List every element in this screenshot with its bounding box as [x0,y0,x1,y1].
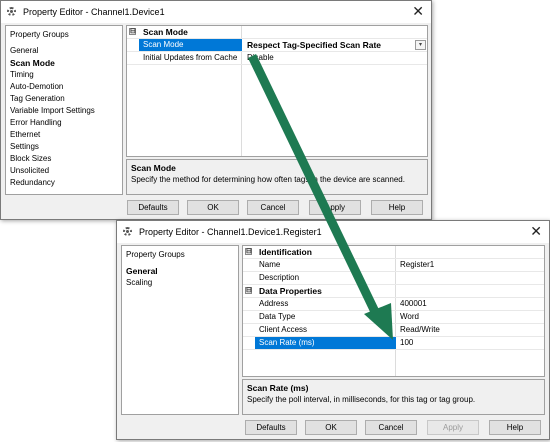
property-value-scan-mode[interactable]: Respect Tag-Specified Scan Rate [247,39,381,51]
cancel-button[interactable]: Cancel [365,420,417,435]
property-value-initial-updates[interactable]: Disable [247,52,274,64]
ok-button[interactable]: OK [305,420,357,435]
property-name: Address [259,299,289,308]
group-item-scaling[interactable]: Scaling [126,277,238,289]
description-text: Specify the poll interval, in millisecon… [247,395,476,404]
title-bar[interactable]: Property Editor - Channel1.Device1.Regis… [117,221,549,243]
description-text: Specify the method for determining how o… [131,175,405,184]
window-title: Property Editor - Channel1.Device1.Regis… [139,227,322,237]
gear-icon [123,226,134,238]
description-title: Scan Rate (ms) [247,383,309,393]
property-row-name[interactable]: Name Register1 [243,259,544,272]
property-name: Name [259,260,281,269]
property-name: Scan Mode [139,39,242,51]
group-item-redundancy[interactable]: Redundancy [10,177,122,189]
defaults-button[interactable]: Defaults [245,420,297,435]
group-item-ethernet[interactable]: Ethernet [10,129,122,141]
group-item-timing[interactable]: Timing [10,69,122,81]
property-groups-header: Property Groups [126,250,185,259]
property-value-address[interactable]: 400001 [400,298,427,310]
group-item-tag-generation[interactable]: Tag Generation [10,93,122,105]
defaults-button[interactable]: Defaults [127,200,179,215]
description-title: Scan Mode [131,163,176,173]
apply-button[interactable]: Apply [427,420,479,435]
group-item-error-handling[interactable]: Error Handling [10,117,122,129]
description-panel: Scan Mode Specify the method for determi… [126,159,428,195]
property-editor-register-window: Property Editor - Channel1.Device1.Regis… [116,220,550,440]
group-item-block-sizes[interactable]: Block Sizes [10,153,122,165]
property-grid: ⊟ Identification Name Register1 Descript… [242,245,545,377]
collapse-icon[interactable]: ⊟ [245,248,252,255]
chevron-down-icon[interactable]: ▾ [415,40,426,50]
group-item-general[interactable]: General [10,45,122,57]
group-item-variable-import-settings[interactable]: Variable Import Settings [10,105,122,117]
property-name: Client Access [259,325,308,334]
property-row-scan-rate[interactable]: Scan Rate (ms) 100 [243,337,544,350]
property-name: Scan Rate (ms) [255,337,396,349]
ok-button[interactable]: OK [187,200,239,215]
category-label: Scan Mode [143,27,188,37]
close-icon[interactable]: ✕ [412,4,424,18]
property-row-address[interactable]: Address 400001 [243,298,544,311]
close-icon[interactable]: ✕ [530,224,542,238]
window-title: Property Editor - Channel1.Device1 [23,7,165,17]
property-name: Data Type [259,312,296,321]
category-scan-mode[interactable]: ⊟ Scan Mode [127,26,427,39]
property-value-data-type[interactable]: Word [400,311,419,323]
property-row-initial-updates[interactable]: Initial Updates from Cache Disable [127,52,427,65]
category-label: Identification [259,247,312,257]
property-row-scan-mode[interactable]: Scan Mode Respect Tag-Specified Scan Rat… [127,39,427,52]
help-button[interactable]: Help [371,200,423,215]
category-label: Data Properties [259,286,322,296]
property-row-description[interactable]: Description [243,272,544,285]
gear-icon [7,6,18,18]
group-item-scan-mode[interactable]: Scan Mode [10,57,122,69]
property-value-client-access[interactable]: Read/Write [400,324,440,336]
group-item-settings[interactable]: Settings [10,141,122,153]
collapse-icon[interactable]: ⊟ [245,287,252,294]
property-value-name[interactable]: Register1 [400,259,434,271]
group-item-general[interactable]: General [126,265,238,277]
property-grid: ⊟ Scan Mode Scan Mode Respect Tag-Specif… [126,25,428,157]
property-row-client-access[interactable]: Client Access Read/Write [243,324,544,337]
property-name: Description [259,273,300,282]
property-row-data-type[interactable]: Data Type Word [243,311,544,324]
help-button[interactable]: Help [489,420,541,435]
property-groups-header: Property Groups [10,30,69,39]
property-editor-device-window: Property Editor - Channel1.Device1 ✕ Pro… [0,0,432,220]
cancel-button[interactable]: Cancel [247,200,299,215]
group-item-auto-demotion[interactable]: Auto-Demotion [10,81,122,93]
property-groups-panel: Property Groups General Scan Mode Timing… [5,25,123,195]
group-item-unsolicited[interactable]: Unsolicited [10,165,122,177]
apply-button[interactable]: Apply [309,200,361,215]
property-groups-panel: Property Groups General Scaling [121,245,239,415]
category-data-properties[interactable]: ⊟ Data Properties [243,285,544,298]
category-identification[interactable]: ⊟ Identification [243,246,544,259]
title-bar[interactable]: Property Editor - Channel1.Device1 ✕ [1,1,431,23]
collapse-icon[interactable]: ⊟ [129,28,136,35]
property-value-scan-rate[interactable]: 100 [400,337,413,349]
description-panel: Scan Rate (ms) Specify the poll interval… [242,379,545,415]
property-name: Initial Updates from Cache [143,53,238,62]
